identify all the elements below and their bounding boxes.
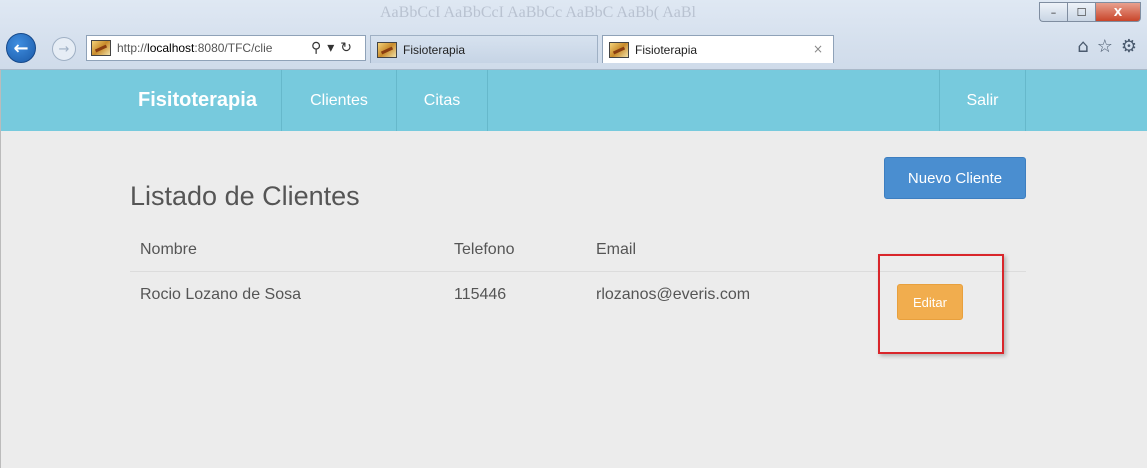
column-header-email: Email <box>596 241 637 258</box>
address-bar[interactable]: http://localhost:8080/TFC/clie ⚲ ▾ ↻ <box>86 35 366 61</box>
brand-link[interactable]: Fisitoterapia <box>114 70 282 131</box>
navbar: Fisitoterapia Clientes Citas Salir <box>1 70 1147 131</box>
home-icon[interactable]: ⌂ <box>1077 36 1088 57</box>
tab-fisioterapia-1[interactable]: Fisioterapia <box>370 35 598 63</box>
search-icon[interactable]: ⚲ <box>311 40 321 56</box>
maximize-button[interactable]: ☐ <box>1067 2 1095 22</box>
tab-fisioterapia-2[interactable]: Fisioterapia × <box>602 35 834 63</box>
column-header-telefono: Telefono <box>454 241 515 258</box>
close-tab-icon[interactable]: × <box>813 42 823 56</box>
cell-telefono: 115446 <box>454 286 507 303</box>
address-actions: ⚲ ▾ ↻ <box>311 40 352 56</box>
gear-icon[interactable]: ⚙ <box>1121 36 1137 57</box>
refresh-icon[interactable]: ↻ <box>340 40 352 56</box>
page-title: Listado de Clientes <box>130 181 360 211</box>
tab-favicon-icon <box>609 41 629 58</box>
url-text[interactable]: http://localhost:8080/TFC/clie <box>117 41 307 55</box>
cell-email: rlozanos@everis.com <box>596 286 751 303</box>
tab-label: Fisioterapia <box>403 42 466 57</box>
close-window-button[interactable]: X <box>1095 2 1141 22</box>
cell-nombre: Rocio Lozano de Sosa <box>140 286 301 303</box>
navbar-inner: Fisitoterapia Clientes Citas Salir <box>114 70 1026 131</box>
nav-item-clientes[interactable]: Clientes <box>282 70 397 131</box>
background-ribbon: AaBbCcI AaBbCcI AaBbCc AaBbC AaBb( AaBl <box>380 4 696 21</box>
tab-label: Fisioterapia <box>635 42 698 57</box>
column-header-nombre: Nombre <box>140 241 197 258</box>
star-icon[interactable]: ☆ <box>1097 36 1113 57</box>
back-button[interactable]: ← <box>6 33 36 63</box>
chevron-down-icon[interactable]: ▾ <box>327 40 334 56</box>
edit-button[interactable]: Editar <box>897 284 963 320</box>
nav-item-salir[interactable]: Salir <box>939 70 1026 131</box>
browser-tools: ⌂ ☆ ⚙ <box>1077 36 1137 57</box>
tab-favicon-icon <box>377 41 397 58</box>
forward-button[interactable]: → <box>52 37 76 61</box>
page-content: Fisitoterapia Clientes Citas Salir Lista… <box>0 70 1147 468</box>
nav-item-citas[interactable]: Citas <box>397 70 488 131</box>
minimize-button[interactable]: – <box>1039 2 1067 22</box>
browser-chrome: AaBbCcI AaBbCcI AaBbCc AaBbC AaBb( AaBl … <box>0 0 1147 70</box>
window-controls: – ☐ X <box>1039 2 1141 24</box>
new-client-button[interactable]: Nuevo Cliente <box>884 157 1026 199</box>
site-favicon-icon <box>91 40 111 56</box>
